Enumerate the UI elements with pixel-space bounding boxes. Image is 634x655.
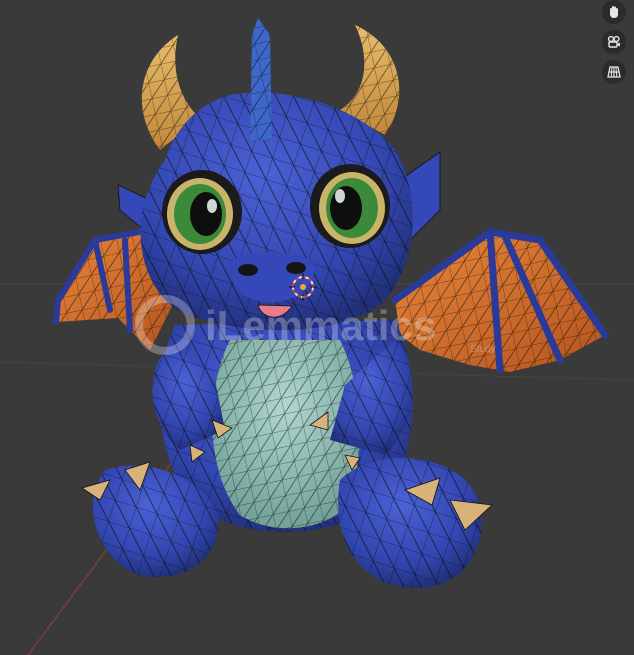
camera-view-icon[interactable]: [602, 30, 626, 54]
right-wing[interactable]: [391, 228, 609, 374]
3d-viewport[interactable]: iLemmatics Study: [0, 0, 634, 655]
left-eye: [162, 170, 242, 254]
head-spike: [250, 18, 272, 140]
right-eye: [310, 164, 390, 248]
hand-pan-icon[interactable]: [602, 0, 626, 24]
viewport-navigation: [602, 0, 630, 84]
right-foot[interactable]: [338, 458, 493, 589]
ortho-grid-icon[interactable]: [602, 60, 626, 84]
viewport-scene[interactable]: [0, 0, 634, 655]
